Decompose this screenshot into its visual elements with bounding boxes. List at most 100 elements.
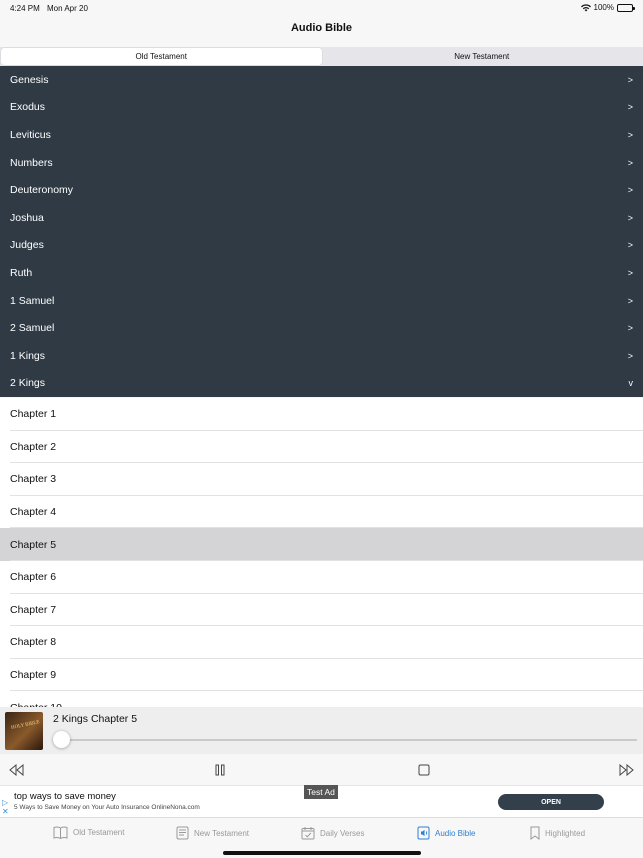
pause-icon[interactable] <box>212 762 228 778</box>
page-title: Audio Bible <box>290 22 353 34</box>
tab-label: Daily Verses <box>320 828 365 838</box>
ad-title: top ways to save money <box>14 791 116 802</box>
chevron-right-icon: > <box>627 157 633 168</box>
ad-subtitle: 5 Ways to Save Money on Your Auto Insura… <box>14 804 200 811</box>
chevron-down-icon: v <box>628 378 634 389</box>
chevron-right-icon: > <box>627 295 633 306</box>
book-name: Exodus <box>10 101 46 114</box>
ad-close-icon[interactable]: ✕ <box>2 807 9 816</box>
chapter-label: Chapter 6 <box>10 571 57 584</box>
tab-old-testament[interactable]: Old Testament <box>53 826 124 839</box>
ad-banner[interactable]: Test Ad ▷ ✕ top ways to save money 5 Way… <box>0 785 643 817</box>
book-row[interactable]: Ruth > <box>0 259 643 287</box>
now-playing-title: 2 Kings Chapter 5 <box>53 713 138 725</box>
tab-highlighted[interactable]: Highlighted <box>530 826 585 840</box>
book-row[interactable]: Joshua > <box>0 204 643 232</box>
book-row[interactable]: 2 Samuel > <box>0 314 643 342</box>
segment-old-testament[interactable]: Old Testament <box>1 48 322 65</box>
book-name: Ruth <box>10 266 33 279</box>
chapter-row[interactable]: Chapter 6 <box>0 561 643 594</box>
book-name: Judges <box>10 239 44 252</box>
audio-player: HOLY BIBLE 2 Kings Chapter 5 <box>0 707 643 754</box>
book-row[interactable]: 1 Samuel > <box>0 287 643 315</box>
book-row[interactable]: Exodus > <box>0 94 643 122</box>
tab-label: Highlighted <box>545 828 586 838</box>
progress-track[interactable] <box>53 739 637 741</box>
playback-controls <box>0 754 643 785</box>
book-icon <box>53 826 68 839</box>
tab-label: New Testament <box>194 828 249 838</box>
book-row[interactable]: 1 Kings > <box>0 342 643 370</box>
chapter-row[interactable]: Chapter 2 <box>0 431 643 464</box>
chapter-row[interactable]: Chapter 5 <box>0 528 643 561</box>
status-indicators: 100% <box>580 3 635 12</box>
tab-daily-verses[interactable]: Daily Verses <box>301 826 364 840</box>
book-name: Genesis <box>10 73 49 86</box>
chevron-right-icon: > <box>627 323 633 334</box>
bookmark-icon <box>530 826 540 840</box>
book-row[interactable]: Deuteronomy > <box>0 176 643 204</box>
book-row[interactable]: Judges > <box>0 232 643 260</box>
progress-thumb[interactable] <box>52 731 70 748</box>
book-row[interactable]: Genesis > <box>0 66 643 94</box>
chapter-label: Chapter 5 <box>10 538 57 551</box>
chapter-label: Chapter 8 <box>10 636 57 649</box>
testament-segmented-control: Old Testament New Testament <box>0 47 643 66</box>
chapter-row[interactable]: Chapter 1 <box>0 398 643 431</box>
book-name: Leviticus <box>10 128 51 141</box>
chapter-label: Chapter 7 <box>10 603 57 616</box>
book-row[interactable]: Leviticus > <box>0 121 643 149</box>
battery-icon <box>617 3 635 12</box>
tab-label: Audio Bible <box>435 828 476 838</box>
ad-open-button[interactable]: OPEN <box>498 794 604 810</box>
chevron-right-icon: > <box>627 240 633 251</box>
book-name: 2 Samuel <box>10 322 55 335</box>
chevron-right-icon: > <box>627 350 633 361</box>
book-list: Genesis > Exodus > Leviticus > Numbers > Deutero… <box>0 66 643 398</box>
book-name: 1 Kings <box>10 349 46 362</box>
rewind-icon[interactable] <box>8 762 24 778</box>
book-name: 2 Kings <box>10 377 46 390</box>
chapter-row[interactable]: Chapter 7 <box>0 594 643 627</box>
chapter-label: Chapter 2 <box>10 440 57 453</box>
fast-forward-icon[interactable] <box>618 762 634 778</box>
book-name: 1 Samuel <box>10 294 55 307</box>
battery-percent: 100% <box>593 3 614 12</box>
book-name: Deuteronomy <box>10 184 74 197</box>
chapter-label: Chapter 4 <box>10 506 57 519</box>
chapter-row[interactable]: Chapter 8 <box>0 626 643 659</box>
book-name: Numbers <box>10 156 53 169</box>
stop-icon[interactable] <box>416 762 432 778</box>
chapter-label: Chapter 1 <box>10 408 57 421</box>
status-time: 4:24 PM <box>10 4 40 13</box>
book-row[interactable]: Numbers > <box>0 149 643 177</box>
test-ad-badge: Test Ad <box>304 785 338 799</box>
chevron-right-icon: > <box>627 267 633 278</box>
tab-bar: Old Testament New Testament Daily Verses… <box>0 817 643 858</box>
chapter-label: Chapter 3 <box>10 473 57 486</box>
status-bar: 4:24 PM Mon Apr 20 100% <box>0 0 643 16</box>
chapter-row[interactable]: Chapter 3 <box>0 463 643 496</box>
chapter-row[interactable]: Chapter 9 <box>0 659 643 692</box>
book-name: Joshua <box>10 211 44 224</box>
calendar-check-icon <box>301 826 315 840</box>
ad-choices-icon[interactable]: ▷ <box>2 798 8 807</box>
wifi-icon <box>580 3 591 12</box>
tab-audio-bible[interactable]: Audio Bible <box>417 826 475 840</box>
holy-bible-cover-icon: HOLY BIBLE <box>5 712 43 750</box>
chevron-right-icon: > <box>627 102 633 113</box>
chapter-label: Chapter 9 <box>10 669 57 682</box>
book-row[interactable]: 2 Kings v <box>0 370 643 398</box>
tab-new-testament[interactable]: New Testament <box>176 826 249 840</box>
status-date: Mon Apr 20 <box>47 4 88 13</box>
segment-new-testament[interactable]: New Testament <box>322 48 643 65</box>
chevron-right-icon: > <box>627 129 633 140</box>
chapter-list[interactable]: Chapter 1 Chapter 2 Chapter 3 Chapter 4 Chap… <box>0 398 643 707</box>
audio-book-icon <box>417 826 430 840</box>
chapter-row[interactable]: Chapter 4 <box>0 496 643 529</box>
chevron-right-icon: > <box>627 212 633 223</box>
home-indicator[interactable] <box>223 851 421 855</box>
tab-label: Old Testament <box>73 828 125 837</box>
chapter-row[interactable]: Chapter 10 <box>0 691 643 707</box>
tablet-book-icon <box>176 826 189 840</box>
